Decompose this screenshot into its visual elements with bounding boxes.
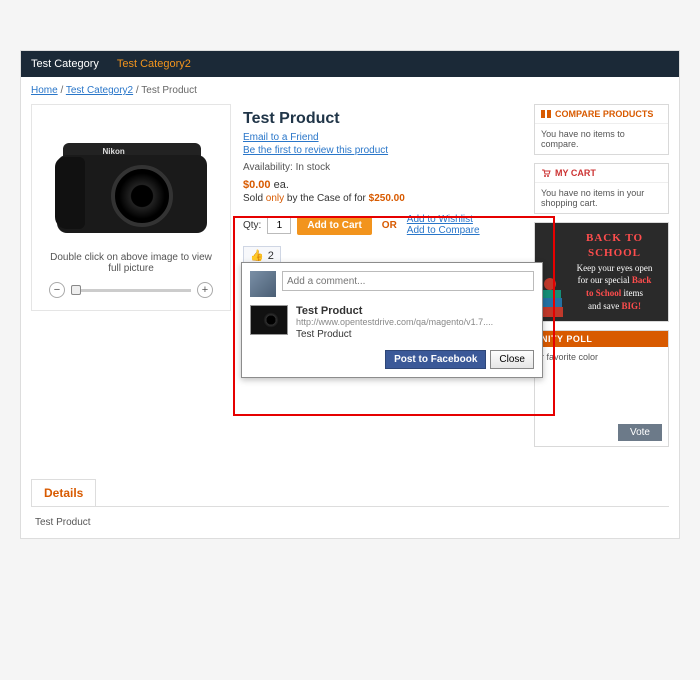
like-count: 2: [268, 250, 274, 262]
compare-title: COMPARE PRODUCTS: [555, 109, 653, 119]
close-button[interactable]: Close: [490, 350, 534, 369]
zoom-controls: − +: [44, 282, 218, 298]
promo-title: BACK TO SCHOOL: [569, 231, 660, 262]
promo-l4: and save: [588, 301, 622, 311]
attachment-url: http://www.opentestdrive.com/qa/magento/…: [296, 317, 493, 327]
comment-input[interactable]: [282, 271, 534, 291]
product-title: Test Product: [243, 110, 522, 128]
nav-test-category[interactable]: Test Category: [31, 58, 99, 70]
cart-icon: [541, 168, 551, 178]
page-container: Test Category Test Category2 Home / Test…: [20, 50, 680, 539]
promo-line1: Keep your eyes open: [569, 262, 660, 275]
user-avatar: [250, 271, 276, 297]
add-to-compare-link[interactable]: Add to Compare: [407, 225, 480, 236]
price-each: $0.00 ea.: [243, 179, 522, 191]
price-zero: $0.00: [243, 179, 271, 191]
promo-l3a: to School: [586, 288, 621, 298]
availability: Availability: In stock: [243, 162, 522, 173]
add-to-wishlist-link[interactable]: Add to Wishlist: [407, 214, 480, 225]
compare-products-header: COMPARE PRODUCTS: [535, 105, 668, 124]
compare-icon: [541, 109, 551, 119]
attachment-title: Test Product: [296, 305, 493, 317]
poll-body: r favorite color Vote: [535, 347, 668, 446]
poll-question: r favorite color: [541, 352, 662, 362]
price-ea-suffix: ea.: [271, 179, 289, 191]
my-cart-box: MY CART You have no items in your shoppi…: [534, 163, 669, 214]
attachment-thumbnail: [250, 305, 288, 335]
product-image-column: Nikon Double click on above image to vie…: [31, 104, 231, 455]
breadcrumb-current: Test Product: [141, 85, 197, 96]
community-poll-box: NITY POLL r favorite color Vote: [534, 330, 669, 447]
compare-body: You have no items to compare.: [535, 124, 668, 154]
product-image-box: Nikon Double click on above image to vie…: [31, 104, 231, 311]
breadcrumb-category[interactable]: Test Category2: [66, 85, 133, 96]
or-separator: OR: [378, 220, 401, 231]
breadcrumb: Home / Test Category2 / Test Product: [21, 77, 679, 104]
nav-test-category2[interactable]: Test Category2: [117, 58, 191, 70]
details-body: Test Product: [31, 506, 669, 538]
qty-label: Qty:: [243, 220, 261, 231]
product-info-column: Test Product Email to a Friend Be the fi…: [243, 104, 522, 455]
poll-header: NITY POLL: [535, 331, 668, 347]
cart-body: You have no items in your shopping cart.: [535, 183, 668, 213]
promo-big: BIG!: [621, 301, 641, 311]
category-nav: Test Category Test Category2: [21, 51, 679, 77]
attachment-desc: Test Product: [296, 329, 493, 340]
promo-l2a: for our special: [578, 275, 632, 285]
first-review-link[interactable]: Be the first to review this product: [243, 145, 522, 156]
email-friend-link[interactable]: Email to a Friend: [243, 132, 522, 143]
product-image[interactable]: Nikon: [49, 127, 214, 242]
add-to-cart-button[interactable]: Add to Cart: [297, 216, 371, 235]
zoom-slider[interactable]: [71, 289, 191, 292]
sidebar: COMPARE PRODUCTS You have no items to co…: [534, 104, 669, 455]
details-tab[interactable]: Details: [31, 479, 96, 506]
vote-button[interactable]: Vote: [618, 424, 662, 441]
by-case: by the Case of for: [284, 193, 369, 204]
post-to-facebook-button[interactable]: Post to Facebook: [385, 350, 486, 369]
image-hint: Double click on above image to view full…: [44, 252, 218, 274]
qty-input[interactable]: [267, 216, 291, 234]
breadcrumb-home[interactable]: Home: [31, 85, 58, 96]
details-section: Details Test Product: [31, 479, 669, 538]
thumb-up-icon: 👍: [250, 249, 264, 262]
facebook-share-popup: Test Product http://www.opentestdrive.co…: [241, 262, 543, 378]
share-attachment: Test Product http://www.opentestdrive.co…: [250, 305, 534, 340]
sold-label: Sold: [243, 193, 266, 204]
promo-l2b: Back: [632, 275, 652, 285]
price-case-row: Sold only by the Case of for $250.00: [243, 193, 522, 204]
promo-l3b: items: [621, 288, 643, 298]
zoom-out-button[interactable]: −: [49, 282, 65, 298]
cart-title: MY CART: [555, 168, 596, 178]
sold-only: only: [266, 193, 284, 204]
camera-brand-label: Nikon: [103, 147, 125, 156]
qty-row: Qty: Add to Cart OR Add to Wishlist Add …: [243, 214, 522, 236]
case-price: $250.00: [369, 193, 405, 204]
zoom-handle[interactable]: [71, 285, 81, 295]
my-cart-header: MY CART: [535, 164, 668, 183]
compare-products-box: COMPARE PRODUCTS You have no items to co…: [534, 104, 669, 155]
zoom-in-button[interactable]: +: [197, 282, 213, 298]
back-to-school-promo[interactable]: BACK TO SCHOOL Keep your eyes open for o…: [534, 222, 669, 322]
